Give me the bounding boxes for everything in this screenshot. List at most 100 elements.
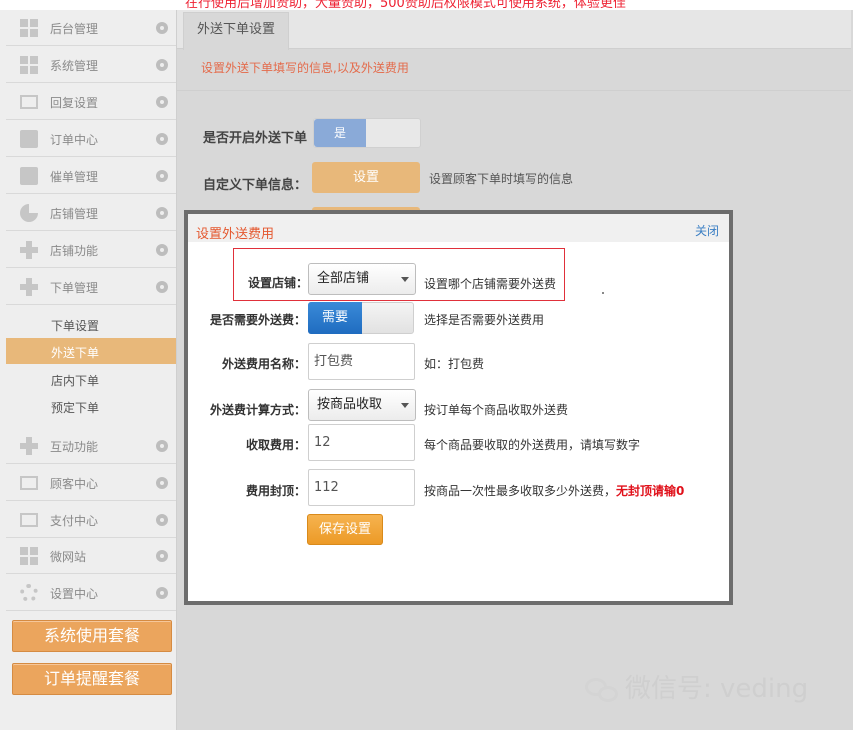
- sidebar-item-label: 店铺管理: [50, 207, 99, 221]
- subitem-label: 外送下单: [51, 346, 100, 360]
- circle-icon: [156, 133, 168, 145]
- circle-icon: [156, 281, 168, 293]
- order-reminder-package-button[interactable]: 订单提醒套餐: [12, 663, 172, 695]
- fee-cap-desc: 按商品一次性最多收取多少外送费，无封顶请输0: [424, 482, 684, 499]
- need-fee-desc: 选择是否需要外送费用: [424, 313, 545, 327]
- circle-icon: [156, 244, 168, 256]
- enable-delivery-toggle[interactable]: 是: [313, 118, 421, 148]
- circle-icon: [156, 207, 168, 219]
- mail-icon: [20, 95, 38, 109]
- chevron-down-icon: [401, 403, 409, 408]
- divider: [177, 90, 851, 91]
- subitem-order-settings[interactable]: 下单设置: [6, 311, 176, 337]
- dialog-title: 设置外送费用: [196, 227, 275, 242]
- sidebar-item-label: 系统管理: [50, 59, 99, 73]
- circle-icon: [156, 96, 168, 108]
- calc-method-desc: 按订单每个商品收取外送费: [424, 403, 569, 417]
- grid-icon: [20, 547, 38, 565]
- sidebar-item-backend[interactable]: 后台管理: [6, 10, 176, 46]
- tab-delivery-order-settings[interactable]: 外送下单设置: [183, 12, 289, 50]
- circle-icon: [156, 477, 168, 489]
- page-hint: 设置外送下单填写的信息,以及外送费用: [201, 61, 409, 75]
- gear-icon: [20, 584, 38, 602]
- inbox-icon: [20, 476, 38, 490]
- store-desc: 设置哪个店铺需要外送费: [424, 277, 557, 291]
- grid-icon: [20, 56, 38, 74]
- subitem-label: 店内下单: [51, 374, 100, 388]
- watermark: 微信号: veding: [585, 668, 808, 705]
- sidebar-item-label: 催单管理: [50, 170, 99, 184]
- sidebar-item-orders[interactable]: 订单中心: [6, 121, 176, 157]
- sidebar-item-label: 微网站: [50, 550, 87, 564]
- wechat-icon: [585, 676, 619, 704]
- enable-delivery-label: 是否开启外送下单: [203, 131, 308, 146]
- circle-icon: [156, 440, 168, 452]
- toggle-on-label: 是: [314, 119, 366, 147]
- subitem-label: 下单设置: [51, 319, 100, 333]
- system-package-button[interactable]: 系统使用套餐: [12, 620, 172, 652]
- subitem-label: 预定下单: [51, 401, 100, 415]
- fee-cap-label: 费用封顶：: [245, 484, 306, 498]
- sidebar-item-reminders[interactable]: 催单管理: [6, 158, 176, 194]
- sidebar-item-label: 下单管理: [50, 281, 99, 295]
- close-link[interactable]: 关闭: [695, 222, 719, 239]
- save-settings-button[interactable]: 保存设置: [307, 514, 383, 545]
- sidebar: 后台管理 系统管理 回复设置 订单中心 催单管理 店铺管理 店铺功能 下单管理 …: [0, 10, 177, 730]
- pie-icon: [20, 204, 38, 222]
- sidebar-item-label: 顾客中心: [50, 477, 99, 491]
- fee-cap-warning: 无封顶请输0: [616, 484, 685, 498]
- store-select-value: 全部店铺: [317, 271, 370, 286]
- sidebar-item-label: 设置中心: [50, 587, 99, 601]
- fee-amount-input[interactable]: 12: [308, 424, 415, 461]
- sidebar-item-stores[interactable]: 店铺管理: [6, 195, 176, 231]
- sidebar-item-label: 后台管理: [50, 22, 99, 36]
- custom-info-label: 自定义下单信息：: [203, 178, 308, 193]
- grid-icon: [20, 19, 38, 37]
- top-banner: 在行使用后增加赞助，大量赞助，500赞助后权限模式可使用系统，体验更佳: [0, 0, 853, 10]
- stray-dot: [602, 292, 604, 294]
- sidebar-item-microsite[interactable]: 微网站: [6, 538, 176, 574]
- plus-icon: [20, 241, 38, 259]
- circle-icon: [156, 170, 168, 182]
- sidebar-item-settings[interactable]: 设置中心: [6, 575, 176, 611]
- delivery-fee-dialog: 设置外送费用 关闭 设置店铺： 全部店铺 设置哪个店铺需要外送费 是否需要外送费…: [184, 210, 733, 605]
- sidebar-item-label: 店铺功能: [50, 244, 99, 258]
- printer-icon: [20, 167, 38, 185]
- store-select[interactable]: 全部店铺: [308, 263, 416, 295]
- need-fee-label: 是否需要外送费：: [209, 313, 306, 327]
- sidebar-item-interaction[interactable]: 互动功能: [6, 428, 176, 464]
- inbox-icon: [20, 513, 38, 527]
- sidebar-item-label: 回复设置: [50, 96, 99, 110]
- toggle-on-label: 需要: [308, 302, 362, 334]
- sidebar-item-reply[interactable]: 回复设置: [6, 84, 176, 120]
- tab-bar: 外送下单设置: [177, 10, 851, 50]
- subitem-reservation-order[interactable]: 预定下单: [6, 393, 176, 419]
- banner-text: 在行使用后增加赞助，大量赞助，500赞助后权限模式可使用系统，体验更佳: [185, 0, 626, 10]
- fee-name-input[interactable]: 打包费: [308, 343, 415, 380]
- fee-cap-desc-text: 按商品一次性最多收取多少外送费，: [424, 484, 617, 498]
- circle-icon: [156, 587, 168, 599]
- subitem-delivery-order[interactable]: 外送下单: [6, 338, 176, 364]
- circle-icon: [156, 59, 168, 71]
- sidebar-item-customers[interactable]: 顾客中心: [6, 465, 176, 501]
- store-label: 设置店铺：: [247, 276, 308, 290]
- calc-method-select[interactable]: 按商品收取: [308, 389, 416, 421]
- circle-icon: [156, 514, 168, 526]
- subitem-dine-in-order[interactable]: 店内下单: [6, 366, 176, 392]
- circle-icon: [156, 550, 168, 562]
- sidebar-item-label: 支付中心: [50, 514, 99, 528]
- sidebar-item-payments[interactable]: 支付中心: [6, 502, 176, 538]
- watermark-text: 微信号: veding: [625, 674, 809, 704]
- sidebar-item-label: 订单中心: [50, 133, 99, 147]
- calc-method-label: 外送费计算方式：: [209, 403, 306, 417]
- sidebar-item-system[interactable]: 系统管理: [6, 47, 176, 83]
- printer-icon: [20, 130, 38, 148]
- chevron-down-icon: [401, 277, 409, 282]
- sidebar-item-order-management[interactable]: 下单管理: [6, 269, 176, 305]
- sidebar-item-store-functions[interactable]: 店铺功能: [6, 232, 176, 268]
- need-fee-toggle[interactable]: 需要: [308, 302, 414, 334]
- custom-info-button[interactable]: 设置: [312, 162, 420, 193]
- circle-icon: [156, 22, 168, 34]
- calc-method-value: 按商品收取: [317, 397, 383, 412]
- fee-cap-input[interactable]: 112: [308, 469, 415, 506]
